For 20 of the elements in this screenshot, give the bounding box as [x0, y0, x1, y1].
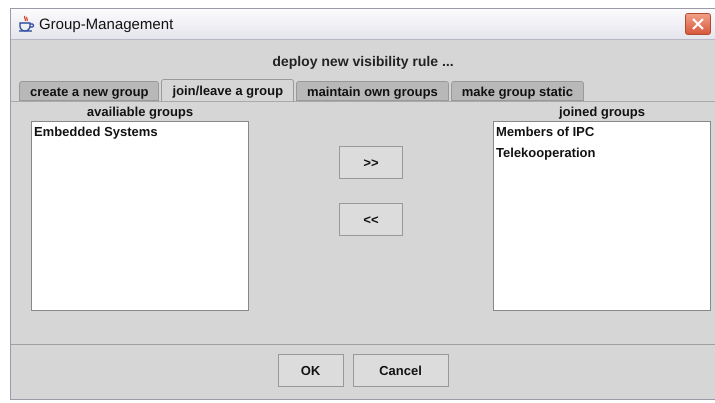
tab[interactable]: create a new group	[19, 81, 160, 101]
tab[interactable]: make group static	[450, 81, 584, 101]
close-icon	[692, 18, 704, 30]
tab[interactable]: maintain own groups	[296, 81, 449, 101]
move-button[interactable]: >>	[339, 146, 403, 179]
list-item[interactable]: Members of IPC	[496, 124, 708, 139]
dialog-heading: deploy new visibility rule ...	[271, 52, 455, 71]
coffee-cup-icon	[17, 15, 35, 33]
close-button[interactable]	[685, 13, 711, 35]
list-label: availiable groups	[86, 104, 194, 121]
group-list[interactable]: Members of IPC Telekooperation	[493, 121, 711, 311]
group-list[interactable]: Embedded Systems	[31, 121, 249, 311]
list-label: joined groups	[559, 104, 645, 121]
window-title: Group-Management	[39, 16, 174, 32]
list-item[interactable]: Telekooperation	[496, 145, 708, 160]
dialog-button[interactable]: OK	[278, 354, 344, 387]
dialog-button[interactable]: Cancel	[352, 354, 448, 387]
list-item[interactable]: Embedded Systems	[34, 124, 246, 139]
move-button[interactable]: <<	[339, 203, 403, 236]
tab[interactable]: join/leave a group	[161, 79, 294, 101]
